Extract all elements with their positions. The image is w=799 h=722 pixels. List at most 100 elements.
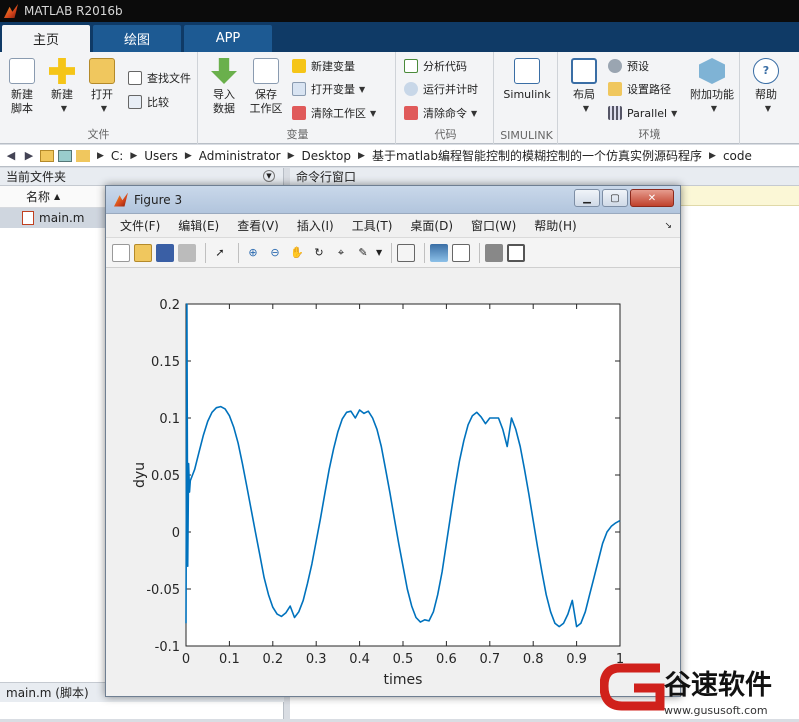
figure-window[interactable]: Figure 3 ▁ ▢ ✕ 文件(F) 编辑(E) 查看(V) 插入(I) 工… <box>105 185 681 697</box>
legend-icon[interactable] <box>452 243 471 262</box>
addons-button[interactable]: 附加功能 ▼ <box>686 58 738 116</box>
compare-button[interactable]: 比较 <box>128 92 169 112</box>
figure-menubar: 文件(F) 编辑(E) 查看(V) 插入(I) 工具(T) 桌面(D) 窗口(W… <box>106 214 680 238</box>
help-label: 帮助 <box>755 88 777 101</box>
figure-titlebar[interactable]: Figure 3 ▁ ▢ ✕ <box>106 186 680 214</box>
current-folder-title: 当前文件夹 <box>6 170 67 184</box>
gususoft-logo-icon: 谷速软件 www.gususoft.com <box>599 663 772 717</box>
tab-home[interactable]: 主页 <box>2 25 90 52</box>
rotate-3d-icon[interactable]: ↻ <box>310 244 328 262</box>
simulink-icon <box>514 58 540 84</box>
save-icon[interactable] <box>156 243 174 262</box>
pane-menu-icon[interactable]: ▼ <box>263 170 275 182</box>
open-file-icon[interactable] <box>134 243 152 262</box>
preferences-button[interactable]: 预设 <box>608 56 649 76</box>
close-button[interactable]: ✕ <box>630 189 674 207</box>
help-button[interactable]: ? 帮助 ▼ <box>744 58 788 116</box>
command-window-header: 命令行窗口 <box>290 168 799 186</box>
simulink-button[interactable]: Simulink <box>498 58 556 102</box>
menu-window[interactable]: 窗口(W) <box>471 217 516 234</box>
menu-help[interactable]: 帮助(H) <box>534 217 576 234</box>
parallel-button[interactable]: Parallel ▼ <box>608 103 677 123</box>
x-tick-label: 0.7 <box>479 652 500 667</box>
save-workspace-button[interactable]: 保存 工作区 <box>244 58 288 116</box>
import-arrow-icon <box>211 58 237 84</box>
y-tick-label: 0.05 <box>151 469 180 484</box>
current-folder-address-bar: ◀ ▶ ▶ C: ▶ Users ▶ Administrator ▶ Deskt… <box>0 145 799 167</box>
up-folder-icon[interactable] <box>40 149 54 162</box>
breadcrumb-separator-icon: ▶ <box>287 150 295 161</box>
breadcrumb-item[interactable]: Desktop <box>302 149 352 163</box>
menu-edit[interactable]: 编辑(E) <box>178 217 219 234</box>
group-label-environment: 环境 <box>638 128 661 141</box>
zoom-out-icon[interactable]: ⊖ <box>266 244 284 262</box>
colorbar-icon[interactable] <box>430 243 449 262</box>
menu-view[interactable]: 查看(V) <box>237 217 279 234</box>
open-variable-button[interactable]: 打开变量 ▼ <box>292 79 365 99</box>
group-label-variable: 变量 <box>286 128 309 141</box>
pan-hand-icon[interactable]: ✋ <box>288 244 306 262</box>
matlab-file-icon <box>22 211 34 225</box>
tab-plots[interactable]: 绘图 <box>93 25 181 52</box>
menu-file[interactable]: 文件(F) <box>120 217 160 234</box>
analyze-code-icon <box>404 59 418 73</box>
data-cursor-icon[interactable]: ⌖ <box>332 244 350 262</box>
new-figure-icon[interactable] <box>112 243 130 262</box>
tab-apps[interactable]: APP <box>184 25 272 52</box>
new-button[interactable]: 新建 ▼ <box>40 58 84 116</box>
column-name-label: 名称 <box>26 190 51 204</box>
menu-desktop[interactable]: 桌面(D) <box>410 217 453 234</box>
brush-icon[interactable]: ✎ <box>354 244 372 262</box>
menubar-dock-icon[interactable]: ↘ <box>664 221 672 231</box>
breadcrumb-item[interactable]: 基于matlab编程智能控制的模糊控制的一个仿真实例源码程序 <box>372 147 702 164</box>
ribbon-group-resources: ? 帮助 ▼ <box>742 52 799 144</box>
show-plot-tools-icon[interactable] <box>507 243 526 262</box>
layout-button[interactable]: 布局 ▼ <box>562 58 606 116</box>
zoom-in-icon[interactable]: ⊕ <box>244 244 262 262</box>
breadcrumb-separator-icon: ▶ <box>184 150 192 161</box>
x-tick-label: 0.9 <box>566 652 587 667</box>
clear-workspace-icon <box>292 106 306 120</box>
breadcrumb-item[interactable]: Users <box>144 149 178 163</box>
analyze-code-button[interactable]: 分析代码 <box>404 56 467 76</box>
print-icon[interactable] <box>178 243 196 262</box>
find-files-label: 查找文件 <box>147 72 191 85</box>
y-tick-label: -0.1 <box>155 640 180 655</box>
pointer-icon[interactable]: ➚ <box>211 244 229 262</box>
chevron-down-icon: ▼ <box>359 84 366 94</box>
matlab-logo-icon <box>4 4 18 18</box>
breadcrumb-item[interactable]: code <box>723 149 752 163</box>
import-data-button[interactable]: 导入 数据 <box>202 58 246 116</box>
clear-workspace-button[interactable]: 清除工作区 ▼ <box>292 103 376 123</box>
maximize-button[interactable]: ▢ <box>602 189 628 207</box>
find-files-button[interactable]: 查找文件 <box>128 68 191 88</box>
run-and-time-button[interactable]: 运行并计时 <box>404 79 478 99</box>
toolbar-separator <box>205 242 206 263</box>
hide-plot-tools-icon[interactable] <box>485 243 504 262</box>
back-arrow-icon[interactable]: ◀ <box>4 149 18 162</box>
chevron-down-icon[interactable]: ▼ <box>376 248 382 257</box>
plus-icon <box>49 58 75 84</box>
x-tick-label: 0.1 <box>219 652 240 667</box>
toolbar-separator <box>479 242 481 263</box>
group-label-code: 代码 <box>434 128 457 141</box>
breadcrumb-item[interactable]: Administrator <box>199 149 281 163</box>
clear-commands-button[interactable]: 清除命令 ▼ <box>404 103 477 123</box>
new-variable-button[interactable]: 新建变量 <box>292 56 355 76</box>
menu-insert[interactable]: 插入(I) <box>297 217 334 234</box>
open-label: 打开 <box>91 88 113 101</box>
open-button[interactable]: 打开 ▼ <box>80 58 124 116</box>
browse-folder-icon[interactable] <box>58 149 72 162</box>
parallel-icon <box>608 106 622 120</box>
breadcrumb-item[interactable]: C: <box>111 149 123 163</box>
new-variable-icon <box>292 59 306 73</box>
line-chart[interactable]: 0 0.1 0.2 0.3 0.4 0.5 0.6 0.7 0.8 0.9 1-0.1-0.0500… <box>106 269 680 696</box>
minimize-button[interactable]: ▁ <box>574 189 600 207</box>
new-script-button[interactable]: 新建 脚本 <box>0 58 44 116</box>
set-path-button[interactable]: 设置路径 <box>608 79 671 99</box>
chevron-down-icon: ▼ <box>370 108 377 118</box>
forward-arrow-icon[interactable]: ▶ <box>22 149 36 162</box>
link-plot-icon[interactable] <box>397 243 416 262</box>
clear-commands-label: 清除命令 <box>423 107 467 120</box>
menu-tools[interactable]: 工具(T) <box>352 217 393 234</box>
